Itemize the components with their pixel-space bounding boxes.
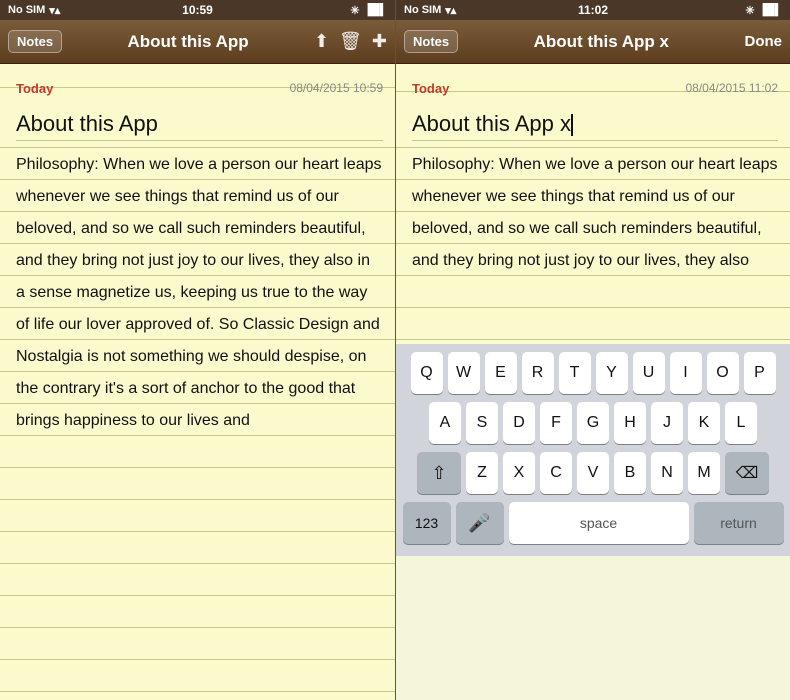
note-divider-edit xyxy=(412,140,778,141)
key-l[interactable]: L xyxy=(725,402,757,444)
nav-bar-view: Notes About this App ⬆ 🗑 ✚ xyxy=(0,20,395,64)
key-t[interactable]: T xyxy=(559,352,591,394)
key-a[interactable]: A xyxy=(429,402,461,444)
back-button-view[interactable]: Notes xyxy=(8,30,62,53)
key-j[interactable]: J xyxy=(651,402,683,444)
key-b[interactable]: B xyxy=(614,452,646,494)
nav-title-edit: About this App x xyxy=(458,32,744,52)
add-icon[interactable]: ✚ xyxy=(372,31,387,52)
key-s[interactable]: S xyxy=(466,402,498,444)
status-left-group-r: No SIM ▾▴ xyxy=(404,4,456,17)
status-time: 10:59 xyxy=(182,3,213,17)
today-label-edit: Today xyxy=(412,81,449,96)
status-time-r: 11:02 xyxy=(578,3,608,17)
nav-right-view[interactable]: ⬆ 🗑 ✚ xyxy=(314,31,387,52)
key-x[interactable]: X xyxy=(503,452,535,494)
note-title-view: About this App xyxy=(16,108,383,140)
keyboard-row-1: Q W E R T Y U I O P xyxy=(400,352,786,394)
battery-icon: ▐█▌ xyxy=(364,4,387,16)
note-body-view: Philosophy: When we love a person our he… xyxy=(16,149,383,437)
note-title-text-edit: About this App x xyxy=(412,111,571,136)
key-n[interactable]: N xyxy=(651,452,683,494)
key-w[interactable]: W xyxy=(448,352,480,394)
date-full-edit: 08/04/2015 11:02 xyxy=(685,81,778,95)
status-right-group-r: ✳ ▐█▌ xyxy=(745,4,782,17)
key-q[interactable]: Q xyxy=(411,352,443,394)
delete-key[interactable]: ⌫ xyxy=(725,452,769,494)
back-button-edit[interactable]: Notes xyxy=(404,30,458,53)
status-bar-right: No SIM ▾▴ 11:02 ✳ ▐█▌ xyxy=(396,0,790,20)
status-right-group: ✳ ▐█▌ xyxy=(350,4,387,17)
nav-left-view[interactable]: Notes xyxy=(8,30,62,53)
key-u[interactable]: U xyxy=(633,352,665,394)
screen-edit: No SIM ▾▴ 11:02 ✳ ▐█▌ Notes About this A… xyxy=(395,0,790,700)
bluetooth-icon: ✳ xyxy=(350,4,359,17)
mic-key[interactable]: 🎤 xyxy=(456,502,504,544)
wifi-icon: ▾▴ xyxy=(49,4,60,17)
keyboard-row-4: 123 🎤 space return xyxy=(400,502,786,544)
today-label-view: Today xyxy=(16,81,53,96)
carrier-label-r: No SIM xyxy=(404,4,441,16)
battery-icon-r: ▐█▌ xyxy=(759,4,782,16)
space-key[interactable]: space xyxy=(509,502,689,544)
key-o[interactable]: O xyxy=(707,352,739,394)
key-y[interactable]: Y xyxy=(596,352,628,394)
status-bar-left: No SIM ▾▴ 10:59 ✳ ▐█▌ xyxy=(0,0,395,20)
key-g[interactable]: G xyxy=(577,402,609,444)
key-k[interactable]: K xyxy=(688,402,720,444)
note-body-edit: Philosophy: When we love a person our he… xyxy=(412,149,778,277)
keyboard: Q W E R T Y U I O P A S D F G H J K xyxy=(396,344,790,556)
screen-view: No SIM ▾▴ 10:59 ✳ ▐█▌ Notes About this A… xyxy=(0,0,395,700)
done-button[interactable]: Done xyxy=(745,33,783,50)
nav-left-edit[interactable]: Notes xyxy=(404,30,458,53)
key-h[interactable]: H xyxy=(614,402,646,444)
key-e[interactable]: E xyxy=(485,352,517,394)
note-divider-view xyxy=(16,140,383,141)
note-date-row-view: Today 08/04/2015 10:59 xyxy=(16,72,383,104)
shift-key[interactable]: ⇧ xyxy=(417,452,461,494)
return-key[interactable]: return xyxy=(694,502,784,544)
note-title-edit[interactable]: About this App x xyxy=(412,108,778,140)
nav-bar-edit: Notes About this App x Done xyxy=(396,20,790,64)
key-c[interactable]: C xyxy=(540,452,572,494)
nav-title-view: About this App xyxy=(62,32,314,52)
trash-icon[interactable]: 🗑 xyxy=(339,31,362,52)
note-inner-edit: Today 08/04/2015 11:02 About this App x … xyxy=(396,64,790,285)
text-cursor xyxy=(571,114,573,136)
wifi-icon-r: ▾▴ xyxy=(445,4,456,17)
share-icon[interactable]: ⬆ xyxy=(314,31,329,52)
key-f[interactable]: F xyxy=(540,402,572,444)
num-key[interactable]: 123 xyxy=(403,502,451,544)
nav-right-edit[interactable]: Done xyxy=(745,33,783,50)
date-full-view: 08/04/2015 10:59 xyxy=(290,81,383,95)
note-content-view: Today 08/04/2015 10:59 About this App Ph… xyxy=(0,64,395,700)
note-content-edit[interactable]: Today 08/04/2015 11:02 About this App x … xyxy=(396,64,790,344)
key-m[interactable]: M xyxy=(688,452,720,494)
key-r[interactable]: R xyxy=(522,352,554,394)
status-left-group: No SIM ▾▴ xyxy=(8,4,60,17)
key-p[interactable]: P xyxy=(744,352,776,394)
note-date-row-edit: Today 08/04/2015 11:02 xyxy=(412,72,778,104)
keyboard-row-2: A S D F G H J K L xyxy=(400,402,786,444)
key-d[interactable]: D xyxy=(503,402,535,444)
key-i[interactable]: I xyxy=(670,352,702,394)
carrier-label: No SIM xyxy=(8,4,45,16)
key-v[interactable]: V xyxy=(577,452,609,494)
note-inner-view: Today 08/04/2015 10:59 About this App Ph… xyxy=(0,64,395,445)
keyboard-row-3: ⇧ Z X C V B N M ⌫ xyxy=(400,452,786,494)
key-z[interactable]: Z xyxy=(466,452,498,494)
bluetooth-icon-r: ✳ xyxy=(745,4,754,17)
